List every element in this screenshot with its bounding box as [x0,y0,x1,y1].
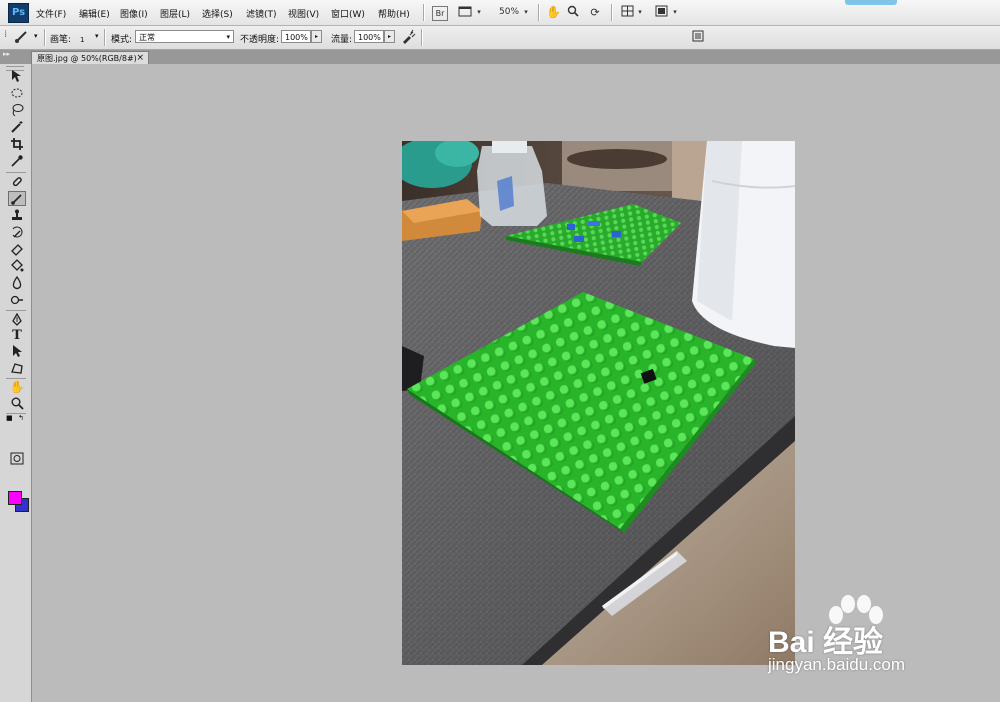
flow-field[interactable]: 100% [354,30,384,43]
separator [104,29,106,46]
chevron-down-icon[interactable]: ▾ [475,5,483,20]
flow-slider-button[interactable]: ▸ [384,30,395,43]
quick-mask-icon[interactable] [8,452,26,467]
hand-icon[interactable]: ✋ [8,380,26,395]
arrange-documents-icon[interactable] [620,5,634,20]
pen-icon[interactable] [8,312,26,328]
photoshop-logo[interactable]: Ps [8,3,29,23]
toolbox-divider [6,172,26,173]
menu-bar: Ps 文件(F) 编辑(E) 图像(I) 图层(L) 选择(S) 滤镜(T) 视… [0,0,1000,26]
menu-file[interactable]: 文件(F) [36,7,66,20]
zoom-icon[interactable] [8,396,26,411]
dodge-icon[interactable] [8,293,26,308]
chevron-down-icon: ▾ [226,33,230,41]
cs-live-badge[interactable] [845,0,897,5]
separator [421,29,423,46]
lasso-icon[interactable] [8,103,26,118]
menu-layer[interactable]: 图层(L) [160,7,190,20]
separator [423,4,425,21]
baidu-watermark: Bai 经验 jingyan.baidu.com [768,595,968,685]
document-title: 原图.jpg @ 50%(RGB/8#) [37,54,137,63]
zoom-icon[interactable] [566,5,580,20]
clone-stamp-icon[interactable] [8,208,26,223]
watermark-url: jingyan.baidu.com [768,655,906,674]
brush-preset-icon[interactable] [14,28,30,47]
document-tab[interactable]: 原图.jpg @ 50%(RGB/8#) × [31,51,149,64]
toolbox: T ✋ ■ ↰ [0,64,32,702]
eyedropper-icon[interactable] [8,154,26,169]
opacity-slider-button[interactable]: ▸ [311,30,322,43]
separator [538,4,540,21]
marquee-icon[interactable] [8,86,26,101]
menu-view[interactable]: 视图(V) [288,7,319,20]
eraser-icon[interactable] [8,242,26,257]
document-tab-bar: ▸▸ 原图.jpg @ 50%(RGB/8#) × [0,50,1000,64]
brush-icon[interactable] [8,191,26,206]
menu-filter[interactable]: 滤镜(T) [246,7,277,20]
history-brush-icon[interactable] [8,225,26,240]
toolbox-divider [6,310,26,311]
brush-label: 画笔: [50,35,72,45]
menu-edit[interactable]: 编辑(E) [79,7,110,20]
chevron-down-icon[interactable]: ▾ [671,5,679,20]
type-icon[interactable]: T [8,328,26,343]
opacity-field[interactable]: 100% [281,30,311,43]
opacity-label: 不透明度: [240,35,280,45]
swap-colors-icon[interactable]: ↰ [18,414,24,422]
toolbox-divider [6,378,26,379]
airbrush-icon[interactable] [400,29,417,48]
screen-mode-icon[interactable] [654,5,668,20]
crop-icon[interactable] [8,137,26,152]
paint-bucket-icon[interactable] [8,259,26,274]
chevron-down-icon[interactable]: ▾ [95,32,99,40]
menu-help[interactable]: 帮助(H) [378,7,410,20]
path-selection-icon[interactable] [8,344,26,359]
shape-icon[interactable] [8,361,26,376]
separator [44,29,46,46]
chevron-down-icon[interactable]: ▾ [636,5,644,20]
brush-size[interactable]: 1 [80,36,84,44]
separator [611,4,613,21]
flow-label: 流量: [331,35,353,45]
menu-select[interactable]: 选择(S) [202,7,233,20]
chevron-down-icon[interactable]: ▾ [522,5,530,20]
move-icon[interactable] [8,69,26,84]
screen-mode-icon[interactable] [458,5,472,20]
default-colors-icon[interactable]: ■ [6,414,13,422]
bar-grip-icon: ⁞ [4,29,8,40]
foreground-color-swatch[interactable] [8,491,22,505]
menu-image[interactable]: 图像(I) [120,7,148,20]
options-bar: ⁞ ▾ 画笔: 1 ▾ 模式: 正常 ▾ 不透明度: 100% ▸ 流量: 10… [0,26,1000,50]
rotate-view-icon[interactable]: ⟳ [588,5,602,20]
zoom-level[interactable]: 50% [499,5,519,20]
blur-icon[interactable] [8,275,26,291]
hand-icon[interactable]: ✋ [546,5,561,20]
document-image[interactable] [402,141,795,665]
collapse-icon[interactable]: ▸▸ [3,50,10,58]
magic-wand-icon[interactable] [8,120,26,135]
healing-brush-icon[interactable] [8,175,26,190]
bridge-button[interactable]: Br [432,6,448,21]
chevron-down-icon[interactable]: ▾ [34,32,38,40]
mode-select[interactable]: 正常 ▾ [135,30,234,43]
panel-toggle-icon[interactable] [692,30,704,45]
menu-window[interactable]: 窗口(W) [331,7,365,20]
mode-label: 模式: [111,35,133,45]
mode-value: 正常 [139,33,155,42]
